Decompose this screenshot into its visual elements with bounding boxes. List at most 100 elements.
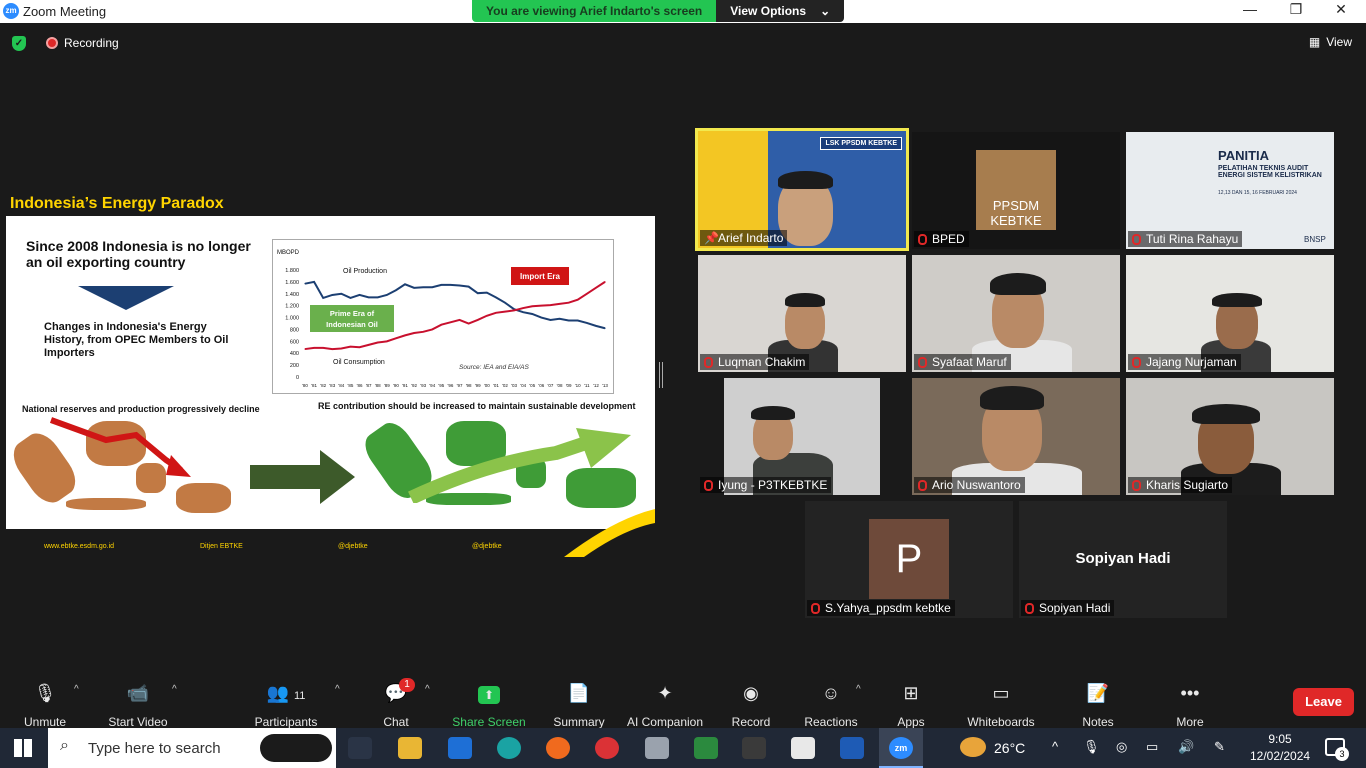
share-screen-button[interactable]: ⬆ Share Screen	[444, 682, 534, 729]
audio-caret-icon[interactable]: ^	[74, 684, 79, 695]
zoom-app-icon: zm	[889, 737, 913, 759]
view-options-button[interactable]: View Options ⌄	[716, 0, 845, 22]
panitia-sub: PELATIHAN TEKNIS AUDIT ENERGI SISTEM KEL…	[1218, 165, 1322, 179]
chart-point	[368, 296, 370, 298]
chart-xtick: '13	[602, 383, 608, 388]
whiteboards-button[interactable]: ▭ Whiteboards	[956, 682, 1046, 729]
participants-button[interactable]: 👥 11 Participants	[241, 682, 331, 729]
firefox-icon[interactable]	[546, 737, 570, 759]
chart-point	[413, 332, 415, 334]
participant-tile-tuti[interactable]: PANITIA PELATIHAN TEKNIS AUDIT ENERGI SI…	[1126, 132, 1334, 249]
chart-xtick: '88	[375, 383, 381, 388]
more-button[interactable]: ••• More	[1145, 682, 1235, 729]
printer-icon[interactable]	[645, 737, 669, 759]
battery-icon[interactable]: ▭	[1146, 739, 1158, 755]
chrome-icon[interactable]	[595, 737, 619, 759]
windows-start-icon[interactable]	[14, 739, 32, 757]
word-icon[interactable]	[840, 737, 864, 759]
mic-muted-icon	[1132, 480, 1141, 491]
record-button[interactable]: ◉ Record	[706, 682, 796, 729]
webcam-tray-icon[interactable]: ◎	[1116, 739, 1127, 755]
reactions-caret-icon[interactable]: ^	[856, 684, 861, 695]
chart-source: Source: IEA and EIA/AS	[459, 364, 530, 371]
chart-point	[558, 318, 561, 320]
mic-tray-icon[interactable]: 🎙	[1083, 739, 1100, 755]
share-up-icon: ⬆	[478, 686, 500, 704]
clock[interactable]: 9:05 12/02/2024	[1250, 732, 1310, 763]
shared-screen[interactable]: Indonesia’s Energy Paradox Since 2008 In…	[6, 193, 655, 558]
tray-chevron-icon[interactable]: ^	[1052, 739, 1058, 754]
decline-arrow-icon	[49, 417, 191, 477]
mic-muted-icon	[704, 357, 713, 368]
chart-point	[458, 284, 461, 287]
whiteboard-icon: ▭	[992, 683, 1010, 703]
volume-icon[interactable]: 🔊	[1178, 739, 1194, 755]
chart-xtick: '94	[429, 383, 435, 388]
participant-name: S.Yahya_ppsdm kebtke	[807, 600, 955, 616]
chart-xtick: '05	[529, 383, 535, 388]
document-icon[interactable]	[791, 737, 815, 759]
participant-tile-kharis[interactable]: Kharis Sugiarto	[1126, 378, 1334, 495]
ai-companion-button[interactable]: ✦ AI Companion	[620, 682, 710, 729]
chart-ytick: 400	[290, 351, 299, 357]
participant-tile-arief[interactable]: LSK PPSDM KEBTKE 📌 Arief Indarto	[695, 128, 909, 251]
split-handle[interactable]	[659, 362, 663, 388]
mail-icon[interactable]	[448, 737, 472, 759]
participant-name: Syafaat Maruf	[914, 354, 1011, 370]
chart-point	[386, 340, 388, 342]
participant-tile-ario[interactable]: Ario Nuswantoro	[912, 378, 1120, 495]
participant-tile-sopiyan[interactable]: Sopiyan Hadi Sopiyan Hadi	[1019, 501, 1227, 618]
taskbar-search[interactable]: ⌕ Type here to search	[48, 728, 336, 768]
participant-name: BPED	[914, 231, 969, 247]
chat-caret-icon[interactable]: ^	[425, 684, 430, 695]
sparkle-icon: ✦	[657, 683, 673, 703]
shield-icon[interactable]: ✓	[12, 36, 26, 51]
view-button[interactable]: ▦ View	[1309, 35, 1352, 49]
start-video-button[interactable]: 📹 Start Video	[93, 682, 183, 729]
participants-caret-icon[interactable]: ^	[335, 684, 340, 695]
zoom-taskbar-button[interactable]: zm	[879, 728, 923, 768]
chart-point	[586, 293, 588, 295]
chart-point	[522, 307, 524, 309]
chart-xtick: '97	[457, 383, 463, 388]
chart-point	[377, 341, 379, 344]
headphones-icon	[1212, 293, 1262, 307]
reactions-button[interactable]: ☺ Reactions	[786, 682, 876, 729]
chart-xtick: '89	[384, 383, 390, 388]
participant-tile-syafaat[interactable]: Syafaat Maruf	[912, 255, 1120, 372]
weather-icon[interactable]	[960, 737, 986, 757]
task-view-icon[interactable]	[348, 737, 372, 759]
minimize-icon[interactable]: —	[1235, 1, 1265, 17]
meeting-toolbar: 🎙 Unmute ^ 📹 Start Video ^ 👥 11 Participant…	[0, 674, 1366, 729]
file-explorer-icon[interactable]	[398, 737, 422, 759]
participant-tile-luqman[interactable]: Luqman Chakim	[698, 255, 906, 372]
notes-button[interactable]: 📝 Notes	[1053, 682, 1143, 729]
video-caret-icon[interactable]: ^	[172, 684, 177, 695]
participant-tile-jajang[interactable]: Jajang Nurjaman	[1126, 255, 1334, 372]
close-icon[interactable]: ✕	[1326, 1, 1356, 18]
slide-title: Indonesia’s Energy Paradox	[6, 193, 655, 216]
slide-footer: www.ebtke.esdm.go.id Ditjen EBTKE @djebt…	[6, 509, 655, 558]
chart-point	[304, 283, 306, 285]
summary-button[interactable]: 📄 Summary	[534, 682, 624, 729]
chart-point	[549, 319, 552, 321]
chart-point	[595, 287, 597, 289]
edge-icon[interactable]	[497, 737, 521, 759]
game-app-icon[interactable]	[742, 737, 766, 759]
store-icon[interactable]	[694, 737, 718, 759]
participant-name: Luqman Chakim	[700, 354, 810, 370]
clock-time: 9:05	[1268, 732, 1292, 746]
apps-button[interactable]: ⊞ Apps	[866, 682, 956, 729]
chart-ylabel: MBOPD	[277, 250, 300, 256]
participant-tile-yahya[interactable]: P S.Yahya_ppsdm kebtke	[805, 501, 1013, 618]
participant-name: Tuti Rina Rahayu	[1128, 231, 1243, 247]
pen-icon[interactable]: ✎	[1214, 739, 1225, 755]
chart-point	[395, 289, 397, 291]
view-options-label: View Options	[730, 4, 807, 18]
chart-point	[358, 294, 361, 296]
participant-tile-iyung[interactable]: Iyung - P3TKEBTKE	[698, 378, 906, 495]
participant-tile-bped[interactable]: PPSDM KEBTKE BPED	[912, 132, 1120, 249]
restore-icon[interactable]: ❐	[1281, 1, 1311, 18]
chart-point	[522, 311, 524, 313]
leave-button[interactable]: Leave	[1293, 688, 1354, 716]
